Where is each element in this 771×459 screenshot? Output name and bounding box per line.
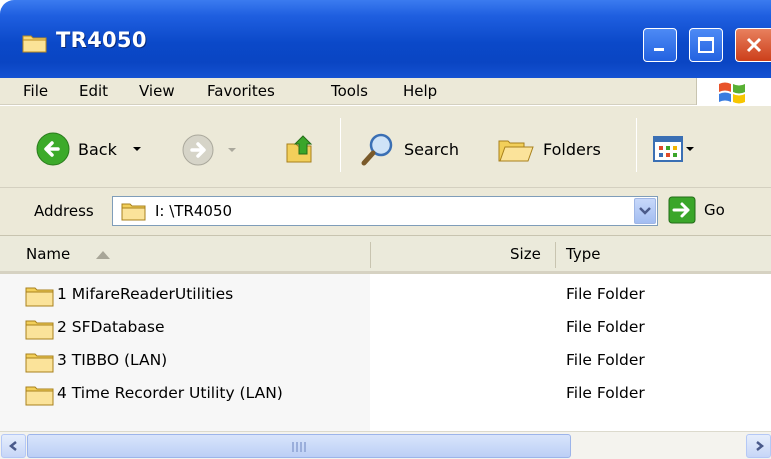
scroll-thumb[interactable]: [27, 434, 571, 458]
column-header: Name Size Type: [0, 236, 771, 274]
item-type: File Folder: [566, 318, 645, 336]
item-type: File Folder: [566, 285, 645, 303]
menu-edit[interactable]: Edit: [79, 82, 108, 100]
chevron-down-icon[interactable]: [226, 145, 238, 155]
grip-icon: [292, 442, 308, 452]
menu-view[interactable]: View: [139, 82, 175, 100]
search-label: Search: [404, 139, 459, 159]
menu-tools[interactable]: Tools: [331, 82, 368, 100]
up-folder-icon: [286, 135, 313, 163]
file-list[interactable]: Name Size Type 1 MifareReaderUtilities F…: [0, 236, 771, 431]
go-label: Go: [704, 201, 725, 219]
folder-icon: [25, 287, 54, 307]
menu-favorites[interactable]: Favorites: [207, 82, 275, 100]
address-value: I: \TR4050: [155, 202, 233, 220]
close-icon: [746, 37, 761, 53]
column-name[interactable]: Name: [26, 245, 70, 263]
folder-icon: [25, 353, 54, 373]
up-folder-button[interactable]: [285, 132, 319, 166]
column-size[interactable]: Size: [510, 245, 541, 263]
item-name: 4 Time Recorder Utility (LAN): [57, 384, 283, 402]
address-bar: Address I: \TR4050 Go: [0, 188, 771, 236]
window-title: TR4050: [56, 28, 147, 52]
minimize-icon: [654, 48, 664, 51]
item-name: 1 MifareReaderUtilities: [57, 285, 234, 303]
chevron-down-icon[interactable]: [685, 144, 695, 154]
windows-logo: [696, 78, 771, 105]
folder-icon: [121, 203, 146, 221]
toolbar-separator: [636, 118, 637, 172]
item-type: File Folder: [566, 351, 645, 369]
folder-icon: [25, 386, 54, 406]
views-icon: [653, 136, 683, 162]
search-button[interactable]: Search: [360, 131, 459, 167]
list-item[interactable]: 1 MifareReaderUtilities File Folder: [0, 279, 771, 311]
go-button[interactable]: Go: [668, 196, 725, 224]
item-name: 3 TIBBO (LAN): [57, 351, 168, 369]
column-type[interactable]: Type: [566, 245, 600, 263]
folders-button[interactable]: Folders: [497, 133, 601, 165]
column-divider[interactable]: [555, 242, 556, 268]
sort-ascending-icon: [96, 251, 110, 259]
close-button[interactable]: [735, 28, 771, 62]
column-divider[interactable]: [370, 242, 371, 268]
item-type: File Folder: [566, 384, 645, 402]
back-arrow-icon: [36, 132, 70, 166]
folder-icon: [22, 35, 47, 53]
folders-label: Folders: [543, 139, 601, 159]
forward-arrow-icon: [182, 134, 214, 166]
address-dropdown-button[interactable]: [634, 198, 656, 224]
toolbar: Back Search Folders: [0, 106, 771, 188]
title-bar[interactable]: TR4050: [0, 0, 771, 78]
minimize-button[interactable]: [643, 28, 677, 62]
chevron-right-icon: [755, 441, 764, 451]
list-item[interactable]: 2 SFDatabase File Folder: [0, 312, 771, 344]
folders-icon: [498, 140, 534, 162]
back-button[interactable]: Back: [36, 132, 143, 166]
forward-button[interactable]: [182, 134, 238, 166]
toolbar-separator: [340, 118, 341, 172]
chevron-down-icon[interactable]: [131, 144, 143, 154]
menu-bar: File Edit View Favorites Tools Help: [0, 78, 771, 105]
address-input[interactable]: I: \TR4050: [112, 196, 658, 226]
list-item[interactable]: 3 TIBBO (LAN) File Folder: [0, 345, 771, 377]
chevron-down-icon: [639, 207, 651, 215]
chevron-left-icon: [8, 441, 17, 451]
scroll-left-button[interactable]: [1, 434, 26, 458]
menu-help[interactable]: Help: [403, 82, 437, 100]
list-item[interactable]: 4 Time Recorder Utility (LAN) File Folde…: [0, 378, 771, 410]
folder-icon: [25, 320, 54, 340]
back-label: Back: [78, 139, 117, 159]
scroll-right-button[interactable]: [746, 434, 771, 458]
item-name: 2 SFDatabase: [57, 318, 165, 336]
maximize-button[interactable]: [689, 28, 723, 62]
windows-flag-icon: [719, 82, 745, 104]
maximize-icon: [698, 37, 714, 53]
horizontal-scrollbar[interactable]: [0, 431, 771, 459]
menu-file[interactable]: File: [23, 82, 48, 100]
go-arrow-icon: [668, 196, 696, 224]
address-label: Address: [34, 202, 94, 220]
search-icon: [361, 133, 393, 166]
views-button[interactable]: [653, 136, 695, 162]
